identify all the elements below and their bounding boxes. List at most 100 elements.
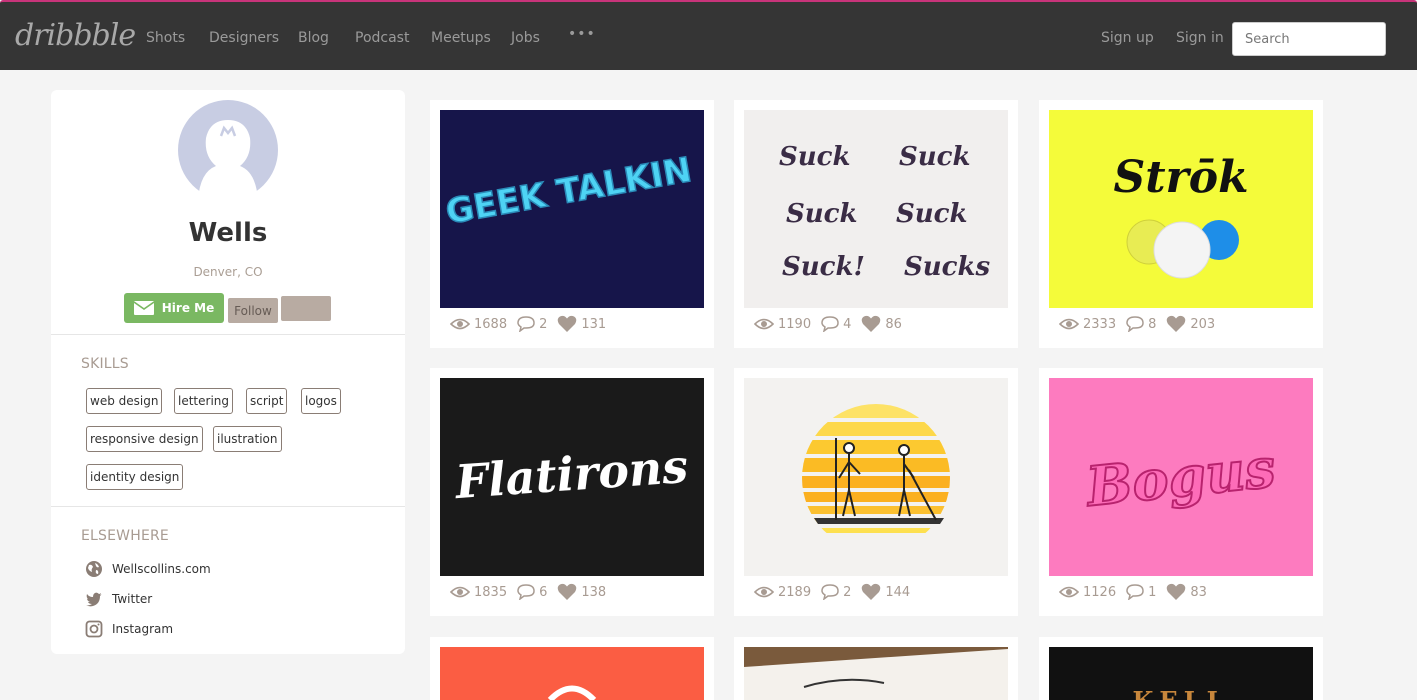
profile-name: Wells <box>188 218 268 248</box>
nav-shots[interactable]: Shots <box>146 30 185 46</box>
likes-stat[interactable]: 144 <box>861 583 910 601</box>
avatar[interactable] <box>178 100 278 200</box>
comment-icon <box>1126 316 1144 332</box>
shot-title: Bogus <box>1082 435 1279 519</box>
envelope-icon <box>133 301 154 315</box>
eye-icon <box>754 586 774 598</box>
likes-stat[interactable]: 203 <box>1166 315 1215 333</box>
twitter-label: Twitter <box>112 592 153 606</box>
shot-card[interactable]: KELL <box>1039 637 1323 700</box>
views-count: 1190 <box>778 316 812 332</box>
nav-designers[interactable]: Designers <box>209 30 279 46</box>
instagram-link[interactable]: Instagram <box>85 620 173 638</box>
views-stat: 2189 <box>754 585 811 600</box>
comments-stat[interactable]: 2 <box>821 584 851 600</box>
shot-card[interactable] <box>734 637 1018 700</box>
comments-count: 6 <box>539 584 548 600</box>
skills-title: SKILLS <box>81 356 129 372</box>
nav-podcast[interactable]: Podcast <box>355 30 409 46</box>
skill-tag[interactable]: identity design <box>86 464 184 490</box>
shot-card[interactable]: GEEK TALKIN 1688 2 131 <box>430 100 714 348</box>
likes-count: 86 <box>885 316 902 332</box>
comments-stat[interactable]: 8 <box>1126 316 1156 332</box>
comments-count: 1 <box>1148 584 1157 600</box>
svg-text:Sucks: Sucks <box>904 252 991 282</box>
views-stat: 1126 <box>1059 585 1116 600</box>
comments-stat[interactable]: 1 <box>1126 584 1156 600</box>
heart-icon <box>1167 583 1186 600</box>
shot-title: Flatirons <box>452 439 690 509</box>
svg-text:Suck!: Suck! <box>782 252 865 282</box>
likes-stat[interactable]: 131 <box>557 315 606 333</box>
eye-icon <box>754 318 774 330</box>
skill-tag[interactable]: lettering <box>174 388 233 414</box>
shot-image[interactable]: Strōk <box>1049 110 1313 308</box>
divider <box>51 334 405 335</box>
comments-stat[interactable]: 2 <box>517 316 547 332</box>
instagram-icon <box>85 620 103 638</box>
elsewhere-title: ELSEWHERE <box>81 528 169 544</box>
shot-card[interactable]: Strōk 2333 8 203 <box>1039 100 1323 348</box>
hire-me-button[interactable]: Hire Me <box>124 293 224 323</box>
svg-text:Suck: Suck <box>899 142 971 172</box>
shot-card[interactable]: Flatirons 1835 6 138 <box>430 368 714 616</box>
sign-up-link[interactable]: Sign up <box>1101 30 1154 46</box>
skill-tag[interactable]: logos <box>301 388 341 414</box>
comment-icon <box>821 584 839 600</box>
shot-stats: 1126 1 83 <box>1059 583 1217 601</box>
shot-card[interactable]: Bogus 1126 1 83 <box>1039 368 1323 616</box>
shot-image[interactable]: Flatirons <box>440 378 704 576</box>
comments-count: 4 <box>843 316 852 332</box>
shot-title: KELL <box>1133 686 1230 700</box>
more-actions-button[interactable] <box>281 296 331 321</box>
heart-icon <box>558 315 577 332</box>
shot-image[interactable]: GEEK TALKIN <box>440 110 704 308</box>
shot-card[interactable]: 2189 2 144 <box>734 368 1018 616</box>
shot-image[interactable]: Bogus <box>1049 378 1313 576</box>
likes-stat[interactable]: 86 <box>861 315 902 333</box>
likes-stat[interactable]: 138 <box>557 583 606 601</box>
dribbble-logo[interactable]: dribbble <box>15 18 136 53</box>
shot-stats: 2189 2 144 <box>754 583 920 601</box>
heart-icon <box>558 583 577 600</box>
divider <box>51 506 405 507</box>
likes-count: 83 <box>1190 584 1207 600</box>
sign-in-link[interactable]: Sign in <box>1176 30 1224 46</box>
shot-image[interactable]: Suck Suck Suck Suck Suck! Sucks <box>744 110 1008 308</box>
eye-icon <box>1059 318 1079 330</box>
eye-icon <box>1059 586 1079 598</box>
skill-tag[interactable]: web design <box>86 388 163 414</box>
comments-stat[interactable]: 4 <box>821 316 851 332</box>
likes-stat[interactable]: 83 <box>1166 583 1207 601</box>
heart-icon <box>1167 315 1186 332</box>
shot-card[interactable] <box>430 637 714 700</box>
svg-text:Suck: Suck <box>896 199 968 229</box>
shot-image[interactable] <box>744 378 1008 576</box>
shot-image[interactable] <box>744 647 1008 700</box>
nav-meetups[interactable]: Meetups <box>431 30 491 46</box>
views-stat: 2333 <box>1059 317 1116 332</box>
comments-stat[interactable]: 6 <box>517 584 547 600</box>
follow-button[interactable]: Follow <box>228 298 278 323</box>
views-stat: 1190 <box>754 317 811 332</box>
nav-more-menu[interactable]: ••• <box>568 26 596 42</box>
shot-image[interactable] <box>440 647 704 700</box>
shot-stats: 1190 4 86 <box>754 315 912 333</box>
hire-me-label: Hire Me <box>161 301 215 315</box>
skill-tag[interactable]: script <box>246 388 288 414</box>
search-input[interactable] <box>1232 22 1386 56</box>
nav-jobs[interactable]: Jobs <box>511 30 540 46</box>
website-link[interactable]: Wellscollins.com <box>85 560 211 578</box>
top-nav: dribbble Shots Designers Blog Podcast Me… <box>0 0 1417 70</box>
twitter-link[interactable]: Twitter <box>85 590 152 608</box>
views-count: 2189 <box>778 584 812 600</box>
views-stat: 1688 <box>450 317 507 332</box>
views-count: 1835 <box>474 584 508 600</box>
eye-icon <box>450 586 470 598</box>
shot-image[interactable]: KELL <box>1049 647 1313 700</box>
shot-card[interactable]: Suck Suck Suck Suck Suck! Sucks 1190 4 8… <box>734 100 1018 348</box>
skill-tag[interactable]: ilustration <box>213 426 282 452</box>
shot-title: Strōk <box>1113 152 1248 203</box>
skill-tag[interactable]: responsive design <box>86 426 203 452</box>
nav-blog[interactable]: Blog <box>298 30 329 46</box>
